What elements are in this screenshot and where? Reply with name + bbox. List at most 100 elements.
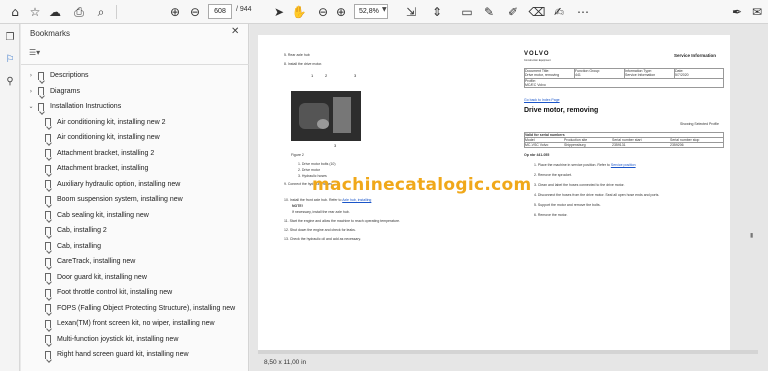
figure-callout: 3: [354, 73, 357, 78]
next-page-icon[interactable]: ⊖: [186, 3, 204, 21]
bookmark-label: Lexan(TM) front screen kit, no wiper, in…: [57, 320, 215, 327]
table-cell: Drive motor, removing: [525, 73, 560, 77]
star-icon[interactable]: ☆: [26, 3, 44, 21]
bookmark-item[interactable]: Cab sealing kit, installing new: [45, 208, 149, 223]
legend-item: 2. Drive motor: [298, 168, 320, 172]
status-bar: 8,50 x 11,00 in: [250, 354, 768, 371]
scroll-mode-icon[interactable]: ⇕: [428, 3, 446, 21]
bookmark-flag-icon: [45, 195, 51, 204]
pages-icon[interactable]: ❐: [3, 30, 17, 44]
brand-subtitle: Construction Equipment: [524, 59, 551, 62]
prev-page-icon[interactable]: ⊕: [166, 3, 184, 21]
fit-page-icon[interactable]: ⇲: [402, 3, 420, 21]
bookmark-label: Right hand screen guard kit, installing …: [57, 351, 189, 358]
volvo-logo: VOLVO: [524, 51, 550, 57]
bookmark-item[interactable]: Attachment bracket, installing 2: [45, 146, 154, 161]
bookmark-label: Foot throttle control kit, installing ne…: [57, 289, 173, 296]
op-number: Op nbr 441-055: [524, 153, 550, 157]
step-text: 11. Start the engine and allow the machi…: [284, 219, 401, 223]
zoom-in-icon[interactable]: ⊕: [332, 3, 350, 21]
home-icon[interactable]: ⌂: [6, 3, 24, 21]
table-header: Serial number start: [612, 138, 642, 142]
page-total: / 944: [236, 6, 252, 13]
chevron-right-icon[interactable]: ›: [27, 72, 35, 79]
chevron-right-icon[interactable]: ›: [27, 88, 35, 95]
bookmark-label: Installation Instructions: [50, 103, 122, 110]
bookmark-flag-icon: [45, 180, 51, 188]
bookmark-item[interactable]: FOPS (Falling Object Protecting Structur…: [45, 301, 235, 316]
bookmark-flag-icon: [45, 273, 51, 281]
bookmark-item[interactable]: Lexan(TM) front screen kit, no wiper, in…: [45, 316, 215, 331]
bookmark-flag-icon: [38, 87, 44, 95]
table-line: [524, 78, 724, 79]
bookmark-flag-icon: [45, 149, 51, 157]
bookmark-flag-icon: [45, 242, 51, 250]
page-number-input[interactable]: 608: [208, 4, 232, 19]
bookmark-item[interactable]: Cab, installing 2: [45, 223, 107, 238]
scroll-indicator-icon[interactable]: ▮: [750, 232, 753, 239]
panel-title: Bookmarks: [30, 29, 71, 38]
upload-icon[interactable]: ☁: [46, 3, 64, 21]
bookmark-flag-icon: [45, 335, 51, 343]
bookmark-item[interactable]: Cab, installing: [45, 239, 101, 254]
bookmark-flag-icon: [45, 350, 51, 359]
draw-icon[interactable]: ✐: [504, 3, 522, 21]
table-cell: Service Information: [625, 73, 656, 77]
bookmark-flag-icon: [45, 304, 51, 312]
bookmark-label: Auxiliary hydraulic option, installing n…: [57, 180, 181, 188]
bookmark-icon[interactable]: ⚐: [3, 52, 17, 66]
bookmark-item[interactable]: › Descriptions: [27, 68, 89, 83]
bookmark-item[interactable]: Right hand screen guard kit, installing …: [45, 347, 189, 362]
back-to-index-link[interactable]: Go back to Index Page: [524, 98, 560, 102]
figure-callout: 1: [311, 73, 314, 78]
bookmark-item[interactable]: Boom suspension system, installing new: [45, 192, 183, 207]
chevron-down-icon[interactable]: ⌄: [27, 103, 35, 110]
bookmark-item[interactable]: Attachment bracket, installing: [45, 161, 148, 176]
step-text: 5. Rear axle hub: [284, 53, 310, 57]
options-menu-icon[interactable]: ☰▾: [29, 48, 51, 61]
bookmark-item[interactable]: Door guard kit, installing new: [45, 270, 147, 285]
erase-icon[interactable]: ⌫: [528, 3, 546, 21]
bookmark-label: Cab, installing 2: [57, 227, 107, 234]
bookmark-item[interactable]: Auxiliary hydraulic option, installing n…: [45, 177, 180, 192]
print-icon[interactable]: ⎙: [70, 3, 88, 21]
axle-hub-link[interactable]: Axle hub, installing: [342, 198, 371, 202]
chevron-down-icon[interactable]: ▼: [382, 6, 387, 13]
step-text: 1. Place the machine in service position…: [534, 163, 636, 167]
bookmark-item[interactable]: ⌄ Installation Instructions: [27, 99, 121, 114]
bookmark-label: FOPS (Falling Object Protecting Structur…: [57, 304, 236, 312]
step-text: 12. Shut down the engine and check for l…: [284, 228, 356, 232]
bookmark-item[interactable]: CareTrack, installing new: [45, 254, 135, 269]
bookmark-item[interactable]: Air conditioning kit, installing new: [45, 130, 160, 145]
bookmark-label: Multi-function joystick kit, installing …: [57, 335, 179, 343]
bookmark-flag-icon: [45, 257, 51, 266]
close-icon[interactable]: ✕: [231, 26, 239, 37]
bookmark-item[interactable]: Multi-function joystick kit, installing …: [45, 332, 178, 347]
profile-note: Showing Selected Profile: [680, 122, 719, 126]
table-header: Serial number stop: [670, 138, 700, 142]
step-text: 8. Install the drive motor.: [284, 62, 323, 66]
find-icon[interactable]: ⌕: [92, 3, 110, 21]
bookmark-item[interactable]: Foot throttle control kit, installing ne…: [45, 285, 172, 300]
select-cursor-icon[interactable]: ➤: [270, 3, 288, 21]
more-tools-icon[interactable]: ⋯: [574, 3, 592, 21]
bookmark-item[interactable]: Air conditioning kit, installing new 2: [45, 115, 166, 130]
step-text: 13. Check the hydraulic oil and add as n…: [284, 237, 361, 241]
bookmark-flag-icon: [38, 102, 44, 111]
highlight-icon[interactable]: ✎: [480, 3, 498, 21]
step-text: 5. Support the motor and remove the bolt…: [534, 203, 601, 207]
main-toolbar: ⌂ ☆ ☁ ⎙ ⌕ ⊕ ⊖ 608 / 944 ➤ ✋ ⊖ ⊕ 52,8% ▼ …: [0, 0, 768, 24]
sign-icon[interactable]: ✒: [728, 3, 746, 21]
bookmark-item[interactable]: › Diagrams: [27, 84, 80, 99]
mail-icon[interactable]: ✉: [748, 3, 766, 21]
comment-icon[interactable]: ▭: [458, 3, 476, 21]
figure-callout: 2: [325, 73, 328, 78]
document-view: ◀ ▮ 5. Rear axle hub 8. Install the driv…: [250, 24, 768, 371]
hand-tool-icon[interactable]: ✋: [290, 3, 308, 21]
service-position-link[interactable]: Service position: [611, 163, 636, 167]
fill-sign-icon[interactable]: ✍: [550, 3, 568, 21]
bookmark-label: Attachment bracket, installing 2: [57, 149, 155, 157]
bookmark-flag-icon: [38, 71, 44, 80]
attachments-icon[interactable]: ⚲: [3, 74, 17, 88]
zoom-out-icon[interactable]: ⊖: [314, 3, 332, 21]
